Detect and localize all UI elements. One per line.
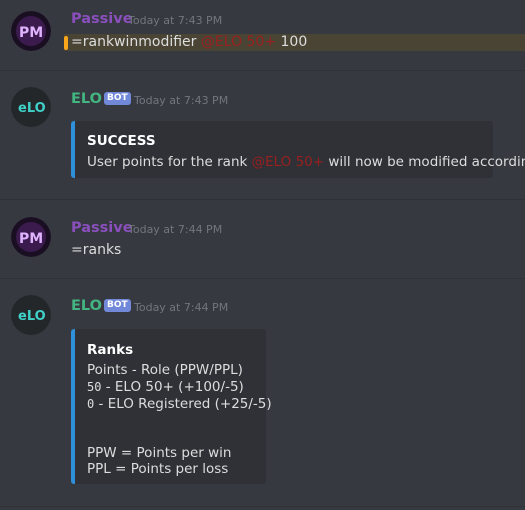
rank-row: 0 - ELO Registered (+25/-5) bbox=[87, 396, 272, 412]
bot-tag: BOT bbox=[104, 299, 131, 312]
message-passive-2: PM Passive Today at 7:44 PM =ranks bbox=[0, 200, 525, 278]
rank-points: 50 bbox=[87, 380, 102, 394]
message-elo-2: eLO ELO BOT Today at 7:44 PM Ranks Point… bbox=[0, 279, 525, 510]
avatar[interactable]: PM bbox=[11, 217, 51, 257]
rank-role: - ELO Registered (+25/-5) bbox=[94, 396, 272, 412]
bot-avatar[interactable]: eLO bbox=[11, 87, 51, 127]
embed-title: SUCCESS bbox=[87, 133, 156, 149]
legend-ppw: PPW = Points per win bbox=[87, 445, 232, 461]
role-mention[interactable]: @ELO 50+ bbox=[201, 34, 276, 50]
embed: Ranks Points - Role (PPW/PPL) 50 - ELO 5… bbox=[71, 329, 272, 484]
bot-name[interactable]: ELO bbox=[71, 91, 102, 107]
timestamp: Today at 7:44 PM bbox=[134, 301, 229, 314]
author-name[interactable]: Passive bbox=[71, 220, 133, 236]
rank-role: - ELO 50+ (+100/-5) bbox=[101, 379, 244, 395]
bot-name[interactable]: ELO bbox=[71, 298, 102, 314]
svg-text:eLO: eLO bbox=[18, 309, 46, 324]
embed: SUCCESS User points for the rank @ELO 50… bbox=[71, 121, 525, 178]
bot-tag: BOT bbox=[104, 92, 131, 105]
bot-avatar[interactable]: eLO bbox=[11, 295, 51, 335]
svg-text:PM: PM bbox=[19, 25, 43, 41]
command-text: =rankwinmodifier bbox=[71, 34, 201, 50]
role-mention[interactable]: @ELO 50+ bbox=[252, 154, 324, 170]
author-name[interactable]: Passive bbox=[71, 11, 133, 27]
mention-indicator bbox=[64, 36, 68, 50]
timestamp: Today at 7:43 PM bbox=[128, 14, 223, 27]
timestamp: Today at 7:43 PM bbox=[134, 94, 229, 107]
embed-text-prefix: User points for the rank bbox=[87, 154, 252, 170]
svg-text:eLO: eLO bbox=[18, 101, 46, 116]
rank-row: 50 - ELO 50+ (+100/-5) bbox=[87, 379, 244, 395]
avatar[interactable]: PM bbox=[11, 11, 51, 51]
legend-ppl: PPL = Points per loss bbox=[87, 461, 229, 477]
message-content: =ranks bbox=[71, 242, 122, 258]
timestamp: Today at 7:44 PM bbox=[128, 223, 223, 236]
embed-text-suffix: will now be modified accordingly bbox=[328, 154, 525, 170]
message-content: =rankwinmodifier @ELO 50+ 100 bbox=[71, 34, 307, 50]
embed-title: Ranks bbox=[87, 342, 134, 358]
embed-description: User points for the rank @ELO 50+ will n… bbox=[87, 154, 525, 170]
embed-header-line: Points - Role (PPW/PPL) bbox=[87, 362, 243, 378]
command-value: 100 bbox=[276, 34, 308, 50]
message-passive-1: PM Passive Today at 7:43 PM =rankwinmodi… bbox=[0, 0, 525, 70]
svg-text:PM: PM bbox=[19, 231, 43, 247]
message-elo-1: eLO ELO BOT Today at 7:43 PM SUCCESS Use… bbox=[0, 71, 525, 199]
divider bbox=[0, 506, 525, 507]
